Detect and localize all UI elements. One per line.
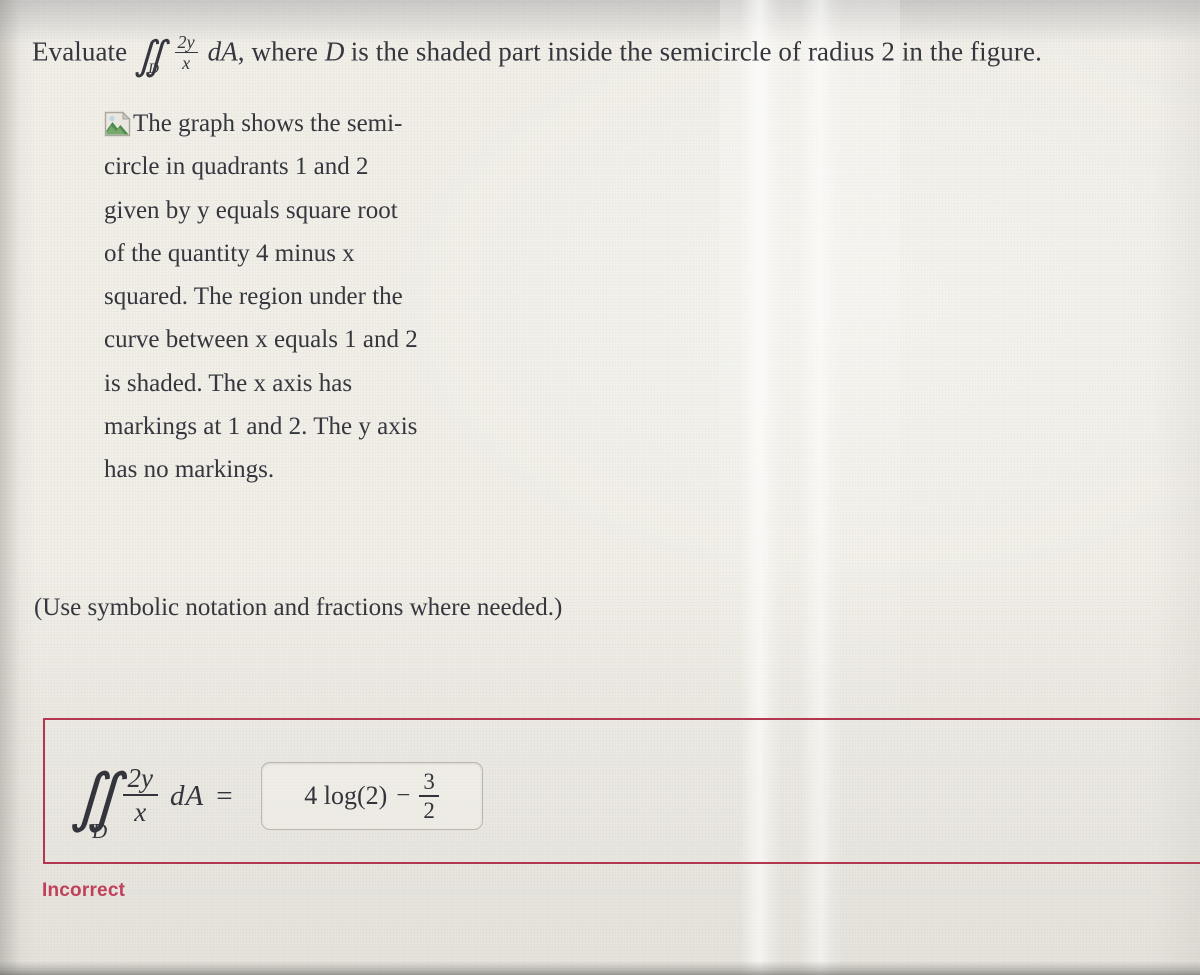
differential-dA: dA — [207, 36, 238, 67]
answer-input-value: 4 log(2) − 3 2 — [304, 770, 439, 822]
equals-sign: = — [216, 779, 233, 812]
answer-fraction-denominator: 2 — [423, 798, 435, 823]
answer-fraction: 3 2 — [419, 770, 439, 822]
answer-differential-dA: dA — [169, 779, 205, 812]
prompt-tail: is the shaded part inside the semicircle… — [350, 36, 1042, 67]
answer-fraction-numerator: 3 — [423, 769, 435, 794]
answer-integrand-numerator: 2y — [127, 762, 153, 793]
status-badge: Incorrect — [42, 880, 126, 901]
integrand-numerator: 2y — [177, 32, 195, 52]
domain-symbol: D — [324, 36, 345, 67]
answer-operator: − — [396, 782, 411, 809]
answer-integrand-denominator: x — [134, 797, 147, 827]
answer-double-integral-icon: ∬ D — [70, 766, 120, 841]
symbolic-notation-instruction: (Use symbolic notation and fractions whe… — [34, 594, 563, 621]
answer-fraction-bar — [122, 794, 158, 796]
figure-alt-text: The graph shows the semi-circle in quadr… — [104, 110, 418, 484]
question-prompt: Evaluate ∬ D 2y x dA, where D is the shad… — [32, 32, 1042, 79]
answer-row: ∬ D 2y x dA = 4 log(2) − 3 2 — [70, 762, 483, 841]
broken-image-icon — [104, 108, 132, 137]
prompt-after-integral: , where — [237, 36, 318, 67]
figure-alt-text-block: The graph shows the semi-circle in quadr… — [104, 102, 424, 492]
answer-fraction-divider — [419, 795, 439, 797]
answer-integrand-fraction: 2y x — [122, 762, 158, 827]
prompt-lead: Evaluate — [32, 36, 128, 67]
integrand-fraction: 2y x — [174, 32, 198, 74]
answer-integral-subscript: D — [92, 819, 108, 844]
answer-term-1: 4 log(2) — [304, 781, 388, 810]
answer-input[interactable]: 4 log(2) − 3 2 — [260, 762, 483, 830]
integrand-denominator: x — [182, 53, 191, 74]
answer-expression-label: ∬ D 2y x dA = — [70, 762, 239, 841]
